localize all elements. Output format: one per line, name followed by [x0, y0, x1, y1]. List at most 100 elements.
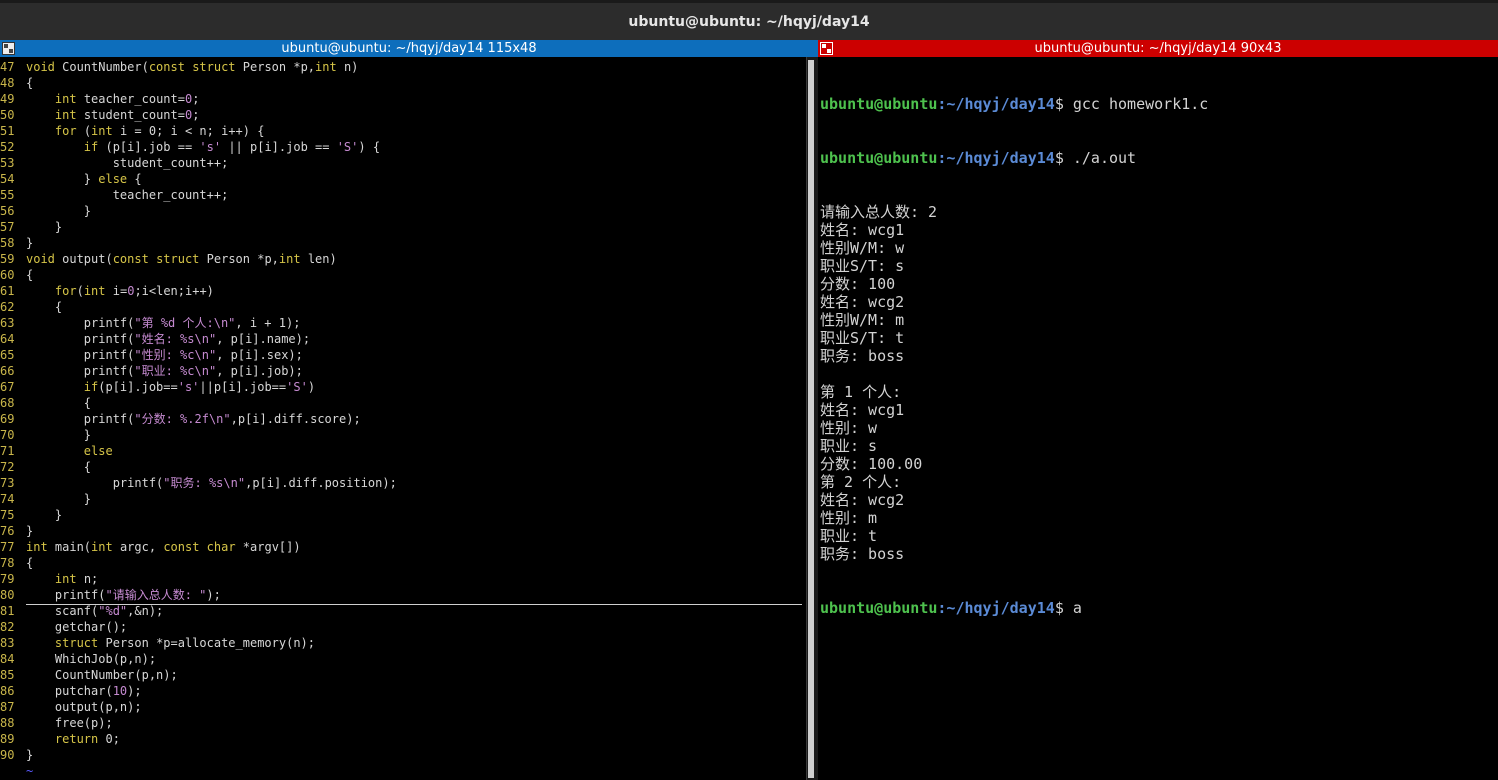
code-text: free(p); [26, 716, 113, 730]
code-line[interactable]: 60 { [0, 267, 806, 283]
terminal-output-line: 职业S/T: t [820, 329, 905, 347]
terminal-output-line: 分数: 100.00 [820, 455, 923, 473]
code-line[interactable]: 86 putchar(10); [0, 683, 806, 699]
code-line[interactable]: 51 for (int i = 0; i < n; i++) { [0, 123, 806, 139]
line-number: 90 [0, 748, 15, 762]
code-text: { [26, 300, 63, 314]
vim-editor[interactable]: 47 void CountNumber(const struct Person *… [0, 59, 806, 779]
line-number: 76 [0, 524, 15, 538]
code-line[interactable]: 89 return 0; [0, 731, 806, 747]
code-line[interactable]: 71 else [0, 443, 806, 459]
line-number: 88 [0, 716, 15, 730]
code-text: void CountNumber(const struct Person *p,… [26, 60, 359, 74]
line-number: 56 [0, 204, 15, 218]
terminal-output-line: 职业: t [820, 527, 878, 545]
code-line[interactable]: 85 CountNumber(p,n); [0, 667, 806, 683]
line-number: 87 [0, 700, 15, 714]
code-line[interactable]: 81 scanf("%d",&n); [0, 603, 806, 619]
code-line[interactable]: 80 printf("请输入总人数: "); [0, 587, 806, 603]
line-number: 79 [0, 572, 15, 586]
code-text: { [26, 556, 34, 570]
code-line[interactable]: ~ [0, 763, 806, 779]
code-line[interactable]: 50 int student_count=0; [0, 107, 806, 123]
code-line[interactable]: 63 printf("第 %d 个人:\n", i + 1); [0, 315, 806, 331]
line-number: 50 [0, 108, 15, 122]
code-line[interactable]: 79 int n; [0, 571, 806, 587]
command-text: $ ./a.out [1054, 149, 1137, 167]
code-text: for (int i = 0; i < n; i++) { [54, 124, 265, 138]
code-text: { [26, 76, 34, 90]
terminal-command-line: ubuntu@ubuntu:~/hqyj/day14$ a [820, 599, 1496, 617]
prompt-path: :~/hqyj/day14 [937, 149, 1055, 167]
code-line[interactable]: 52 if (p[i].job == 's' || p[i].job == 'S… [0, 139, 806, 155]
code-line[interactable]: 74 } [0, 491, 806, 507]
terminator-grid-icon[interactable] [820, 42, 833, 55]
code-text: printf("请输入总人数: "); [26, 588, 221, 602]
code-text: teacher_count++; [26, 188, 229, 202]
right-pane-title: ubuntu@ubuntu: ~/hqyj/day14 90x43 [1034, 41, 1282, 56]
code-text: putchar(10); [26, 684, 142, 698]
code-line[interactable]: 48 { [0, 75, 806, 91]
code-line[interactable]: 54 } else { [0, 171, 806, 187]
code-line[interactable]: 76} [0, 523, 806, 539]
code-text: printf("第 %d 个人:\n", i + 1); [26, 316, 301, 330]
terminal-output[interactable]: ubuntu@ubuntu:~/hqyj/day14$ gcc homework… [820, 59, 1496, 779]
prompt-path: :~/hqyj/day14 [937, 95, 1055, 113]
line-number: 51 [0, 124, 15, 138]
code-line[interactable]: 73 printf("职务: %s\n",p[i].diff.position)… [0, 475, 806, 491]
code-line[interactable]: 55 teacher_count++; [0, 187, 806, 203]
code-text: printf("分数: %.2f\n",p[i].diff.score); [26, 412, 361, 426]
right-pane-header[interactable]: ubuntu@ubuntu: ~/hqyj/day14 90x43 [818, 40, 1498, 57]
code-line[interactable]: 77 int main(int argc, const char *argv[]) [0, 539, 806, 555]
code-text: CountNumber(p,n); [26, 668, 178, 682]
line-number: 54 [0, 172, 15, 186]
code-line[interactable]: 64 printf("姓名: %s\n", p[i].name); [0, 331, 806, 347]
code-line[interactable]: 78 { [0, 555, 806, 571]
code-line[interactable]: 70 } [0, 427, 806, 443]
code-text: int student_count=0; [54, 108, 200, 122]
code-line[interactable]: 84 WhichJob(p,n); [0, 651, 806, 667]
code-line[interactable]: 56 } [0, 203, 806, 219]
code-line[interactable]: 53 student_count++; [0, 155, 806, 171]
code-line[interactable]: 62 { [0, 299, 806, 315]
code-text: int main(int argc, const char *argv[]) [26, 540, 301, 554]
code-line[interactable]: 75 } [0, 507, 806, 523]
code-line[interactable]: 88 free(p); [0, 715, 806, 731]
code-text: printf("性别: %c\n", p[i].sex); [26, 348, 303, 362]
code-text: int teacher_count=0; [54, 92, 200, 106]
scrollbar-thumb[interactable] [808, 60, 814, 778]
code-line[interactable]: 57 } [0, 219, 806, 235]
code-line[interactable]: 68 { [0, 395, 806, 411]
code-text: else [83, 444, 113, 458]
line-number: 55 [0, 188, 15, 202]
code-line[interactable]: 72 { [0, 459, 806, 475]
terminal-output-line: 分数: 100 [820, 275, 896, 293]
code-text: { [26, 460, 92, 474]
terminator-grid-icon[interactable] [2, 42, 15, 55]
code-text: } [26, 220, 63, 234]
code-line[interactable]: 90} [0, 747, 806, 763]
code-line[interactable]: 47 void CountNumber(const struct Person *… [0, 59, 806, 75]
left-pane-header[interactable]: ubuntu@ubuntu: ~/hqyj/day14 115x48 [0, 40, 818, 57]
code-line[interactable]: 87 output(p,n); [0, 699, 806, 715]
code-line[interactable]: 69 printf("分数: %.2f\n",p[i].diff.score); [0, 411, 806, 427]
code-line[interactable]: 59 void output(const struct Person *p,int… [0, 251, 806, 267]
line-number: 89 [0, 732, 15, 746]
terminal-command-line: ubuntu@ubuntu:~/hqyj/day14$ gcc homework… [820, 95, 1496, 113]
line-number: 53 [0, 156, 15, 170]
code-text: } [26, 524, 34, 538]
code-line[interactable]: 58} [0, 235, 806, 251]
code-line[interactable]: 65 printf("性别: %c\n", p[i].sex); [0, 347, 806, 363]
line-number: 47 [0, 60, 15, 74]
code-text: ~ [26, 764, 34, 778]
code-line[interactable]: 49 int teacher_count=0; [0, 91, 806, 107]
window-titlebar[interactable]: ubuntu@ubuntu: ~/hqyj/day14 [0, 0, 1498, 40]
code-line[interactable]: 83 struct Person *p=allocate_memory(n); [0, 635, 806, 651]
command-text: $ gcc homework1.c [1054, 95, 1209, 113]
code-line[interactable]: 66 printf("职业: %c\n", p[i].job); [0, 363, 806, 379]
code-line[interactable]: 61 for(int i=0;i<len;i++) [0, 283, 806, 299]
window-title: ubuntu@ubuntu: ~/hqyj/day14 [628, 13, 870, 30]
line-number: 77 [0, 540, 15, 554]
code-line[interactable]: 82 getchar(); [0, 619, 806, 635]
code-line[interactable]: 67 if(p[i].job=='s'||p[i].job=='S') [0, 379, 806, 395]
